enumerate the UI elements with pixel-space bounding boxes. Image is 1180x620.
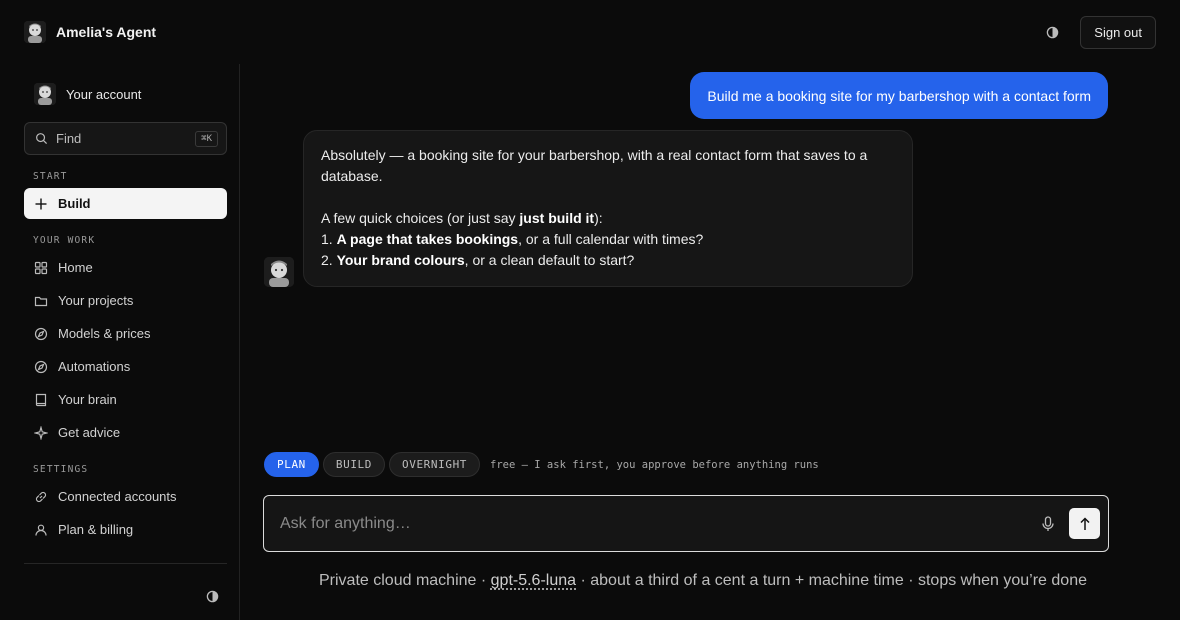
sidebar-item-label: Models & prices [58,326,151,341]
find-shortcut: ⌘K [195,130,218,147]
mode-selector: PLAN BUILD OVERNIGHT free — I ask first,… [264,452,819,477]
user-icon [35,524,47,536]
plus-icon [35,198,47,209]
mode-hint: free — I ask first, you approve before a… [490,458,819,471]
folder-icon [34,296,48,306]
section-settings: SETTINGS [33,464,89,475]
brand[interactable]: Amelia's Agent [24,21,156,43]
account-label: Your account [66,86,142,102]
sidebar-item-label: Connected accounts [58,489,177,504]
link-icon [35,491,47,502]
sidebar-item-plan-billing[interactable]: Plan & billing [24,514,227,545]
assistant-message: Absolutely — a booking site for your bar… [303,130,913,287]
user-message: Build me a booking site for my barbersho… [690,72,1108,119]
compass-icon [34,360,48,373]
theme-toggle-icon[interactable] [1040,20,1064,44]
top-bar: Amelia's Agent Sign out [0,0,1180,64]
sign-out-button[interactable]: Sign out [1080,15,1156,49]
assistant-avatar [264,257,294,287]
sidebar-item-label: Home [58,260,93,275]
sidebar-item-models-prices[interactable]: Models & prices [24,318,227,349]
theme-toggle-icon[interactable] [200,584,224,608]
avatar [24,21,46,43]
sidebar-item-home[interactable]: Home [24,252,227,283]
mode-overnight[interactable]: OVERNIGHT [389,452,481,477]
assistant-line: A few quick choices (or just say just bu… [321,210,603,226]
assistant-option-2: 2. Your brand colours, or a clean defaul… [321,252,635,268]
sidebar-item-your-brain[interactable]: Your brain [24,384,227,415]
assistant-line: Absolutely — a booking site for your bar… [321,147,868,184]
footer-info: Private cloud machine · gpt-5.6-luna · a… [319,572,1087,589]
composer [263,495,1109,552]
section-start: START [33,171,68,182]
mode-plan[interactable]: PLAN [264,452,319,477]
sidebar-item-connected-accounts[interactable]: Connected accounts [24,481,227,512]
sidebar-item-label: Get advice [58,425,121,440]
sidebar-item-your-projects[interactable]: Your projects [24,285,227,316]
section-your-work: YOUR WORK [33,235,96,246]
message-input[interactable] [280,514,1035,533]
model-link[interactable]: gpt-5.6-luna [491,572,576,589]
sidebar-divider [24,563,227,564]
sidebar-item-label: Automations [58,359,131,374]
send-button[interactable] [1069,508,1100,539]
arrow-up-icon [1079,516,1090,530]
mode-build[interactable]: BUILD [322,452,386,477]
assistant-message-row: Absolutely — a booking site for your bar… [264,130,913,287]
sparkle-icon [34,425,48,440]
account-link[interactable]: Your account [24,76,227,112]
sidebar: Your account Find ⌘K START Build YOUR WO… [0,64,240,620]
grid-icon [34,261,48,274]
book-icon [35,393,47,406]
find-input[interactable]: Find ⌘K [24,122,227,155]
sidebar-item-get-advice[interactable]: Get advice [24,417,227,448]
avatar [34,83,56,105]
sidebar-item-label: Your projects [58,293,134,308]
find-label: Find [56,131,82,146]
sidebar-item-label: Your brain [58,392,117,407]
sidebar-item-label: Plan & billing [58,522,134,537]
microphone-icon[interactable] [1035,511,1061,537]
app-title: Amelia's Agent [56,24,157,40]
sidebar-item-automations[interactable]: Automations [24,351,227,382]
compass-icon [34,327,48,340]
search-icon [36,133,48,145]
chat-area: Build me a booking site for my barbersho… [240,64,1180,620]
sidebar-item-label: Build [58,196,91,211]
assistant-option-1: 1. A page that takes bookings, or a full… [321,231,704,247]
sidebar-item-build[interactable]: Build [24,188,227,219]
